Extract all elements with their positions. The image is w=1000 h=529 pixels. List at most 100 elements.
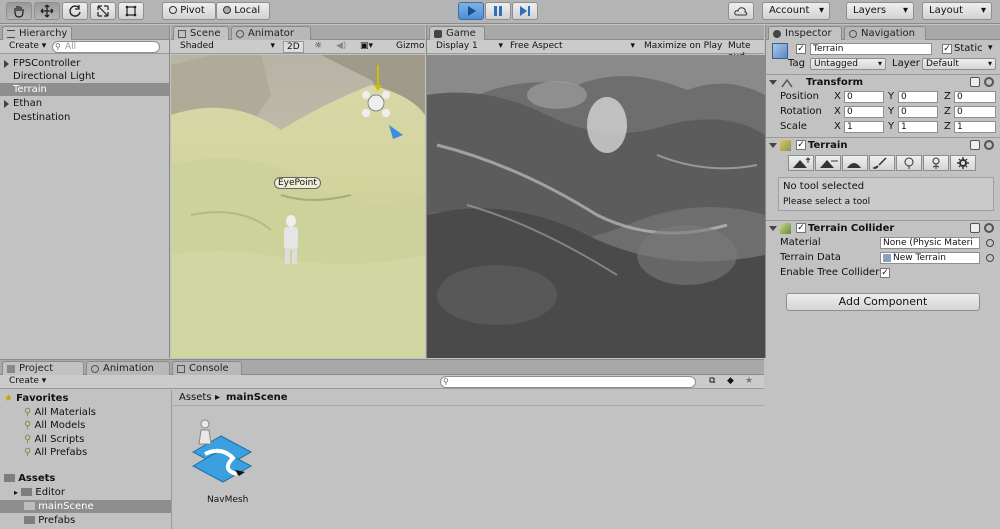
- gear-icon[interactable]: [984, 140, 994, 150]
- expand-arrow-icon[interactable]: [4, 60, 9, 68]
- hierarchy-search-input[interactable]: ⚲ All: [52, 41, 160, 53]
- rotation-y-field[interactable]: 0: [898, 106, 938, 118]
- help-icon[interactable]: [970, 223, 980, 233]
- asset-folder-mainscene[interactable]: mainScene: [0, 500, 171, 513]
- project-search-input[interactable]: ⚲: [440, 376, 696, 388]
- collider-enabled-checkbox[interactable]: ✓: [796, 223, 806, 233]
- terrain-collider-header[interactable]: ✓ Terrain Collider: [766, 220, 1000, 236]
- favorite-item[interactable]: ⚲ All Scripts: [24, 433, 84, 446]
- move-tool-button[interactable]: [34, 2, 60, 20]
- transform-header[interactable]: Transform: [766, 74, 1000, 90]
- local-toggle[interactable]: Local: [216, 2, 270, 20]
- lighting-toggle[interactable]: ☼: [311, 41, 325, 53]
- pivot-toggle[interactable]: Pivot: [162, 2, 216, 20]
- game-viewport[interactable]: [427, 55, 765, 358]
- audio-toggle[interactable]: ◀): [333, 41, 349, 53]
- filter-by-type-button[interactable]: ⧉: [706, 376, 718, 388]
- help-icon[interactable]: [970, 77, 980, 87]
- hierarchy-item-terrain[interactable]: Terrain: [0, 83, 169, 96]
- position-y-field[interactable]: 0: [898, 91, 938, 103]
- filter-by-label-button[interactable]: ◆: [724, 376, 737, 388]
- tab-inspector[interactable]: Inspector: [768, 26, 842, 40]
- raise-lower-terrain-button[interactable]: [788, 155, 814, 171]
- hierarchy-item-ethan[interactable]: Ethan: [0, 97, 169, 110]
- asset-folder-editor[interactable]: ▸ Editor: [14, 486, 65, 499]
- effects-dropdown[interactable]: ▣▾: [357, 41, 376, 53]
- hierarchy-item-directional-light[interactable]: Directional Light: [0, 70, 169, 83]
- collapse-arrow-icon[interactable]: [769, 80, 777, 85]
- tab-game[interactable]: Game: [429, 26, 485, 40]
- position-x-field[interactable]: 0: [844, 91, 884, 103]
- play-button[interactable]: [458, 2, 484, 20]
- maximize-on-play-toggle[interactable]: Maximize on Play: [641, 41, 725, 53]
- shading-mode-dropdown[interactable]: Shaded ▾: [177, 41, 277, 53]
- hierarchy-create-dropdown[interactable]: Create ▾: [6, 41, 49, 53]
- collapse-arrow-icon[interactable]: [769, 143, 777, 148]
- tab-hierarchy[interactable]: Hierarchy: [2, 26, 72, 40]
- mute-audio-toggle[interactable]: Mute aud: [725, 41, 764, 62]
- aspect-dropdown[interactable]: Free Aspect ▾: [507, 41, 637, 53]
- rotation-z-field[interactable]: 0: [954, 106, 996, 118]
- tab-navigation[interactable]: Navigation: [844, 26, 926, 40]
- hand-tool-button[interactable]: [6, 2, 32, 20]
- enable-tree-collider-checkbox[interactable]: ✓: [880, 268, 890, 278]
- tab-scene[interactable]: Scene: [173, 26, 229, 40]
- collapse-arrow-icon[interactable]: [769, 226, 777, 231]
- object-picker-icon[interactable]: [986, 239, 994, 247]
- scale-z-field[interactable]: 1: [954, 121, 996, 133]
- gear-icon[interactable]: [984, 77, 994, 87]
- active-checkbox[interactable]: ✓: [796, 44, 806, 54]
- terrain-component-header[interactable]: ✓ Terrain: [766, 137, 1000, 153]
- favorites-section[interactable]: ★ Favorites: [4, 392, 68, 405]
- expand-arrow-icon[interactable]: [4, 100, 9, 108]
- rect-tool-button[interactable]: [118, 2, 144, 20]
- position-z-field[interactable]: 0: [954, 91, 996, 103]
- display-dropdown[interactable]: Display 1 ▾: [433, 41, 505, 53]
- object-name-field[interactable]: Terrain: [810, 43, 932, 55]
- hierarchy-item-destination[interactable]: Destination: [0, 111, 169, 124]
- paint-details-button[interactable]: [923, 155, 949, 171]
- cloud-button[interactable]: [728, 2, 754, 20]
- favorite-item[interactable]: ⚲ All Materials: [24, 406, 96, 419]
- add-component-button[interactable]: Add Component: [786, 293, 980, 311]
- rotation-x-field[interactable]: 0: [844, 106, 884, 118]
- scale-x-field[interactable]: 1: [844, 121, 884, 133]
- tab-console[interactable]: Console: [172, 361, 242, 375]
- favorite-item[interactable]: ⚲ All Prefabs: [24, 446, 87, 459]
- paint-texture-button[interactable]: [869, 155, 895, 171]
- terrain-settings-button[interactable]: [950, 155, 976, 171]
- breadcrumb-root[interactable]: Assets: [179, 392, 212, 404]
- favorite-search-button[interactable]: ★: [742, 376, 756, 388]
- terrain-enabled-checkbox[interactable]: ✓: [796, 140, 806, 150]
- help-icon[interactable]: [970, 140, 980, 150]
- tab-animator[interactable]: Animator: [231, 26, 311, 40]
- terrain-data-field[interactable]: New Terrain: [880, 252, 980, 264]
- gizmos-dropdown[interactable]: Gizmo: [393, 41, 427, 53]
- gear-icon[interactable]: [984, 223, 994, 233]
- layout-dropdown[interactable]: Layout ▾: [922, 2, 992, 20]
- eyepoint-label[interactable]: EyePoint: [274, 177, 321, 189]
- smooth-height-button[interactable]: [842, 155, 868, 171]
- place-trees-button[interactable]: [896, 155, 922, 171]
- account-dropdown[interactable]: Account ▾: [762, 2, 830, 20]
- tab-project[interactable]: Project: [2, 361, 84, 375]
- static-checkbox[interactable]: ✓: [942, 44, 952, 54]
- project-create-dropdown[interactable]: Create ▾: [6, 376, 49, 388]
- pause-button[interactable]: [485, 2, 511, 20]
- scale-tool-button[interactable]: [90, 2, 116, 20]
- paint-height-button[interactable]: [815, 155, 841, 171]
- tag-dropdown[interactable]: Untagged: [810, 58, 886, 70]
- rotate-tool-button[interactable]: [62, 2, 88, 20]
- layer-dropdown[interactable]: Default: [922, 58, 996, 70]
- object-picker-icon[interactable]: [986, 254, 994, 262]
- asset-folder-prefabs[interactable]: Prefabs: [24, 514, 75, 527]
- chevron-down-icon[interactable]: ▾: [988, 43, 993, 53]
- asset-item-navmesh[interactable]: NavMesh: [187, 414, 257, 505]
- scene-viewport[interactable]: EyePoint: [171, 55, 425, 358]
- breadcrumb-current[interactable]: mainScene: [226, 392, 288, 404]
- step-button[interactable]: [512, 2, 538, 20]
- hierarchy-item-fpscontroller[interactable]: FPSController: [0, 57, 169, 70]
- scale-y-field[interactable]: 1: [898, 121, 938, 133]
- assets-section[interactable]: Assets: [4, 472, 55, 485]
- tab-animation[interactable]: Animation: [86, 361, 170, 375]
